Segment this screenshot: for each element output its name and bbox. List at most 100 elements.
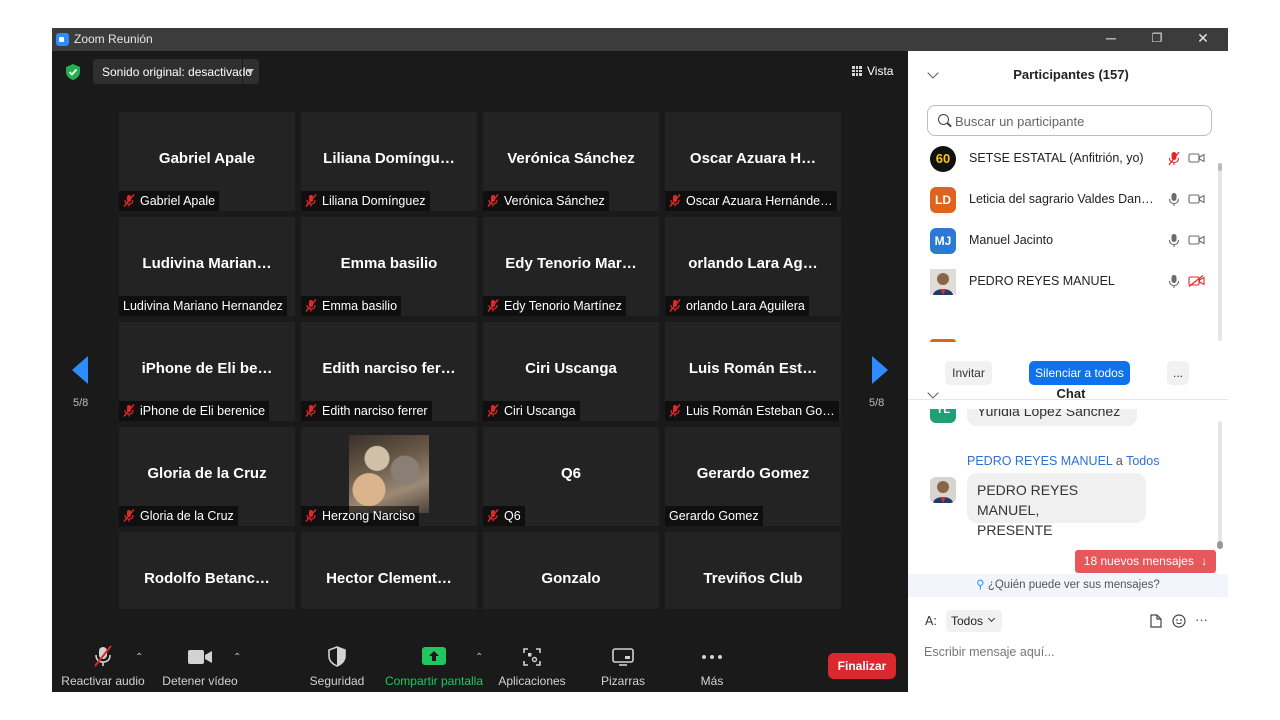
emoji-icon[interactable] <box>1172 614 1186 628</box>
stop-video-button[interactable]: Detener vídeo <box>156 609 244 692</box>
chat-more-button[interactable]: ··· <box>1195 612 1208 627</box>
participant-name: PEDRO REYES MANUEL <box>969 274 1115 288</box>
recipient-select[interactable]: Todos <box>946 610 1002 632</box>
next-page-arrow-icon[interactable] <box>872 356 888 384</box>
chat-message-header: PEDRO REYES MANUEL a Todos <box>967 454 1159 468</box>
participant-video-tile[interactable]: Ludivina Marian… Ludivina Mariano Hernand… <box>119 217 295 316</box>
video-camera-icon[interactable] <box>1188 152 1205 164</box>
who-can-see-link[interactable]: ⚲ ¿Quién puede ver sus mensajes? <box>908 574 1228 597</box>
mute-all-button[interactable]: Silenciar a todos <box>1029 361 1130 385</box>
video-off-icon[interactable] <box>1188 275 1205 287</box>
participant-video-tile[interactable]: Ciri Uscanga Ciri Uscanga <box>483 322 659 421</box>
whiteboards-button[interactable]: Pizarras <box>590 609 656 692</box>
participants-more-button[interactable]: ... <box>1167 361 1189 385</box>
participant-video-tile[interactable]: Q6 Q6 <box>483 427 659 526</box>
mic-icon[interactable] <box>1168 192 1180 207</box>
chat-message-bubble: Yuridia López Sánchez <box>967 409 1137 426</box>
caret-down-icon[interactable] <box>246 69 254 74</box>
file-icon[interactable] <box>1150 614 1162 628</box>
message-line: PEDRO REYES MANUEL, <box>977 482 1079 518</box>
who-can-see-label: ¿Quién puede ver sus mensajes? <box>987 579 1160 591</box>
share-options-caret-icon[interactable]: ⌃ <box>475 652 483 663</box>
mic-muted-icon <box>94 645 112 667</box>
share-screen-label: Compartir pantalla <box>384 674 484 688</box>
participant-scroll-thumb[interactable] <box>1218 163 1222 171</box>
participant-row[interactable]: LD Leticia del sagrario Valdes Dan… <box>908 180 1220 220</box>
chat-title: Chat <box>1056 386 1086 401</box>
participant-display-name: Luis Román Est… <box>688 360 818 377</box>
participant-name-label: Edith narciso ferrer <box>322 404 428 418</box>
participant-display-name: Verónica Sánchez <box>507 150 635 167</box>
participant-display-name: Edy Tenorio Mar… <box>505 255 637 272</box>
chat-scrollbar[interactable] <box>1218 421 1222 547</box>
sender-name[interactable]: PEDRO REYES MANUEL <box>967 454 1112 468</box>
participant-name-label: Gerardo Gomez <box>669 509 759 523</box>
participant-name-label: Liliana Domínguez <box>322 194 426 208</box>
participant-row[interactable]: 60 SETSE ESTATAL (Anfitrión, yo) <box>908 139 1220 179</box>
more-button[interactable]: Más <box>680 609 744 692</box>
participant-search-box[interactable] <box>927 105 1212 136</box>
mic-muted-icon[interactable] <box>1168 151 1180 166</box>
unmute-button[interactable]: Reactivar audio <box>60 609 146 692</box>
apps-label: Aplicaciones <box>498 674 566 688</box>
participant-video-tile[interactable]: Edith narciso fer… Edith narciso ferrer <box>301 322 477 421</box>
participant-display-name: iPhone de Eli be… <box>141 360 273 377</box>
apps-button[interactable]: Aplicaciones <box>496 609 568 692</box>
original-sound-button[interactable]: Sonido original: desactivado <box>93 59 259 84</box>
participant-name-tag: Liliana Domínguez <box>301 191 430 211</box>
participant-video-tile[interactable]: Gerardo Gomez Gerardo Gomez <box>665 427 841 526</box>
participant-video-tile[interactable]: Liliana Domíngu… Liliana Domínguez <box>301 112 477 211</box>
participant-row[interactable]: PEDRO REYES MANUEL <box>908 262 1220 302</box>
chat-message-input[interactable] <box>924 641 1214 663</box>
video-camera-icon[interactable] <box>1188 234 1205 246</box>
participant-video-tile[interactable]: Gabriel Apale Gabriel Apale <box>119 112 295 211</box>
invite-button[interactable]: Invitar <box>945 361 992 385</box>
security-button[interactable]: Seguridad <box>302 609 372 692</box>
participant-video-tile[interactable]: Oscar Azuara H… Oscar Azuara Hernánde… <box>665 112 841 211</box>
avatar: MJ <box>930 228 956 254</box>
participant-video-tile[interactable]: Verónica Sánchez Verónica Sánchez <box>483 112 659 211</box>
mic-icon[interactable] <box>1168 274 1180 289</box>
participant-video-tile[interactable]: Gloria de la Cruz Gloria de la Cruz <box>119 427 295 526</box>
participant-display-name: orlando Lara Ag… <box>688 255 818 272</box>
participant-name-tag: Herzong Narciso <box>301 506 420 526</box>
stop-video-label: Detener vídeo <box>162 674 238 688</box>
participant-display-name: Rodolfo Betanc… <box>144 570 270 587</box>
share-screen-button[interactable]: Compartir pantalla <box>382 609 486 692</box>
mic-muted-icon <box>487 299 499 312</box>
previous-page-arrow-icon[interactable] <box>72 356 88 384</box>
video-camera-icon[interactable] <box>1188 193 1205 205</box>
participant-scrollbar[interactable] <box>1218 165 1222 341</box>
avatar: 60 <box>930 146 956 172</box>
arrow-down-icon: ↓ <box>1201 554 1208 568</box>
participant-video-tile[interactable]: orlando Lara Ag… orlando Lara Aguilera <box>665 217 841 316</box>
search-icon <box>938 114 949 125</box>
participant-video-tile[interactable]: Edy Tenorio Mar… Edy Tenorio Martínez <box>483 217 659 316</box>
mic-muted-icon <box>669 194 681 207</box>
view-label: Vista <box>867 64 894 78</box>
end-meeting-button[interactable]: Finalizar <box>828 653 896 679</box>
restore-button[interactable]: ❐ <box>1134 28 1180 51</box>
audio-options-caret-icon[interactable]: ⌃ <box>135 652 143 663</box>
new-messages-button[interactable]: 18 nuevos mensajes ↓ <box>1075 550 1216 573</box>
participant-video-tile[interactable]: Emma basilio Emma basilio <box>301 217 477 316</box>
mic-icon[interactable] <box>1168 233 1180 248</box>
minimize-button[interactable]: ─ <box>1088 28 1134 51</box>
close-button[interactable]: ✕ <box>1180 28 1226 51</box>
view-button[interactable]: Vista <box>852 64 893 78</box>
participant-video-tile[interactable]: iPhone de Eli be… iPhone de Eli berenice <box>119 322 295 421</box>
participant-search-input[interactable] <box>955 112 1205 130</box>
encryption-shield-icon[interactable] <box>66 64 80 80</box>
participant-name-label: Ciri Uscanga <box>504 404 576 418</box>
chat-scroll-thumb[interactable] <box>1217 541 1223 549</box>
participant-video-tile[interactable]: Herzong Narciso <box>301 427 477 526</box>
participant-video-tile[interactable]: Luis Román Est… Luis Román Esteban Go… <box>665 322 841 421</box>
participant-name-tag: Edy Tenorio Martínez <box>483 296 626 316</box>
participant-row[interactable]: MJ Manuel Jacinto <box>908 221 1220 261</box>
video-options-caret-icon[interactable]: ⌃ <box>233 652 241 663</box>
mic-muted-icon <box>305 509 317 522</box>
avatar: LD <box>930 187 956 213</box>
participant-name-tag: Edith narciso ferrer <box>301 401 432 421</box>
recipient-name[interactable]: Todos <box>1126 454 1159 468</box>
participant-name-label: iPhone de Eli berenice <box>140 404 266 418</box>
